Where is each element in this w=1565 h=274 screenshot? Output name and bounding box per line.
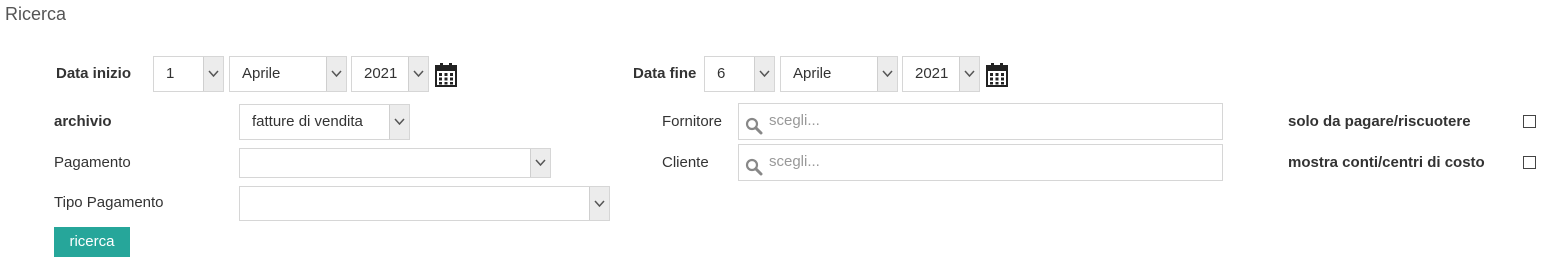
- data-fine-month-value: Aprile: [793, 65, 832, 82]
- calendar-icon[interactable]: [435, 63, 457, 92]
- mostra-conti-checkbox[interactable]: [1523, 156, 1536, 169]
- cliente-label: Cliente: [662, 154, 709, 171]
- page-title: Ricerca: [5, 4, 67, 24]
- data-inizio-day-select[interactable]: 1: [153, 56, 224, 92]
- data-fine-month-select[interactable]: Aprile: [780, 56, 898, 92]
- fornitore-search-input[interactable]: scegli...: [738, 103, 1223, 140]
- ricerca-button[interactable]: ricerca: [54, 227, 130, 257]
- pagamento-label: Pagamento: [54, 154, 131, 171]
- chevron-down-icon: [877, 57, 897, 91]
- data-inizio-year-value: 2021: [364, 65, 398, 82]
- data-fine-label: Data fine: [633, 65, 697, 82]
- solo-da-pagare-label: solo da pagare/riscuotere: [1288, 113, 1471, 130]
- chevron-down-icon: [589, 187, 609, 220]
- cliente-placeholder: scegli...: [769, 153, 820, 170]
- data-fine-day-value: 6: [717, 65, 726, 82]
- search-icon: [745, 114, 763, 148]
- fornitore-label: Fornitore: [662, 113, 723, 130]
- chevron-down-icon: [408, 57, 428, 91]
- tipo-pagamento-label: Tipo Pagamento: [54, 194, 164, 211]
- chevron-down-icon: [203, 57, 223, 91]
- data-inizio-year-select[interactable]: 2021: [351, 56, 429, 92]
- fornitore-placeholder: scegli...: [769, 112, 820, 129]
- solo-da-pagare-checkbox[interactable]: [1523, 115, 1536, 128]
- data-inizio-day-value: 1: [166, 65, 175, 82]
- data-fine-day-select[interactable]: 6: [704, 56, 775, 92]
- data-fine-year-value: 2021: [915, 65, 949, 82]
- calendar-icon[interactable]: [986, 63, 1008, 92]
- chevron-down-icon: [389, 105, 409, 139]
- cliente-search-input[interactable]: scegli...: [738, 144, 1223, 181]
- search-icon: [745, 155, 763, 189]
- archivio-value: fatture di vendita: [252, 113, 363, 130]
- pagamento-select[interactable]: [239, 148, 551, 178]
- archivio-label: archivio: [54, 113, 112, 130]
- chevron-down-icon: [959, 57, 979, 91]
- data-inizio-label: Data inizio: [56, 65, 132, 82]
- data-fine-year-select[interactable]: 2021: [902, 56, 980, 92]
- chevron-down-icon: [326, 57, 346, 91]
- data-inizio-month-select[interactable]: Aprile: [229, 56, 347, 92]
- chevron-down-icon: [754, 57, 774, 91]
- tipo-pagamento-select[interactable]: [239, 186, 610, 221]
- mostra-conti-label: mostra conti/centri di costo: [1288, 154, 1485, 171]
- data-inizio-month-value: Aprile: [242, 65, 281, 82]
- chevron-down-icon: [530, 149, 550, 177]
- archivio-select[interactable]: fatture di vendita: [239, 104, 410, 140]
